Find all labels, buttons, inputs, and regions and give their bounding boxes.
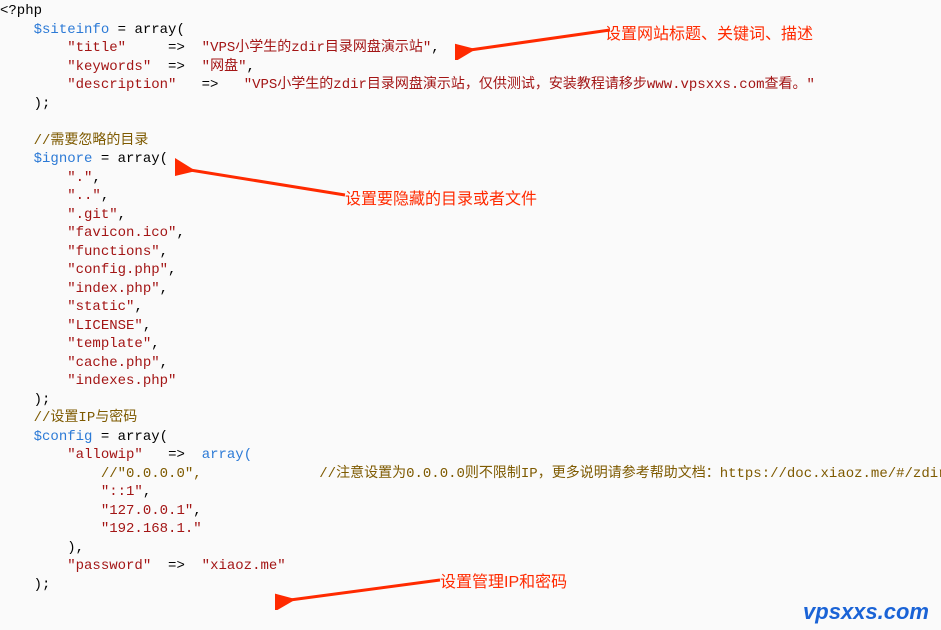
var-ignore: $ignore xyxy=(34,151,93,167)
annotation-config: 设置管理IP和密码 xyxy=(440,568,567,592)
arrow-3-icon xyxy=(275,570,445,610)
annotation-siteinfo: 设置网站标题、关键词、描述 xyxy=(605,20,813,44)
annotation-ignore: 设置要隐藏的目录或者文件 xyxy=(345,185,537,209)
arrow-1-icon xyxy=(455,20,615,60)
var-config: $config xyxy=(34,429,93,445)
watermark: vpsxxs.com xyxy=(803,599,929,625)
php-open: <?php xyxy=(0,3,42,19)
comment-config: //设置IP与密码 xyxy=(34,410,138,426)
arrow-2-icon xyxy=(175,155,350,205)
var-siteinfo: $siteinfo xyxy=(34,22,110,38)
code-block: <?php $siteinfo = array( "title" => "VPS… xyxy=(0,0,941,594)
comment-ignore: //需要忽略的目录 xyxy=(34,133,149,149)
